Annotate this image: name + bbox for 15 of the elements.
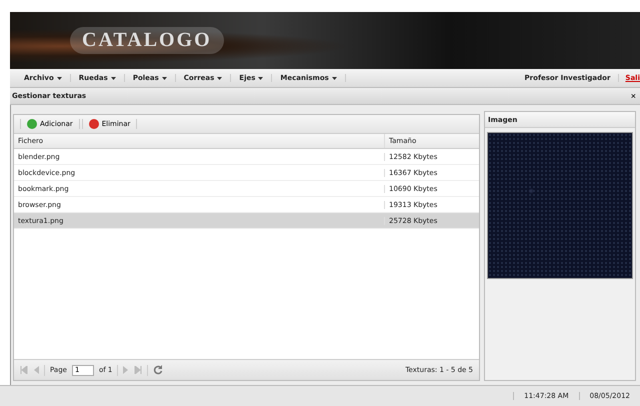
caret-icon (162, 76, 167, 80)
caret-icon (217, 76, 222, 80)
refresh-icon[interactable] (153, 365, 164, 375)
logo: CATALOGO (70, 27, 224, 54)
caret-icon (332, 76, 337, 80)
last-page-icon[interactable] (134, 366, 142, 374)
circle-icon (27, 119, 37, 129)
circle-icon (88, 119, 99, 129)
previous-page-icon[interactable] (33, 366, 39, 374)
caret-icon (56, 76, 62, 80)
caret-icon (258, 76, 264, 80)
caret-icon (110, 76, 116, 80)
close-button[interactable]: × (628, 91, 638, 101)
first-page-icon[interactable] (20, 366, 28, 374)
next-page-icon[interactable] (123, 366, 130, 374)
